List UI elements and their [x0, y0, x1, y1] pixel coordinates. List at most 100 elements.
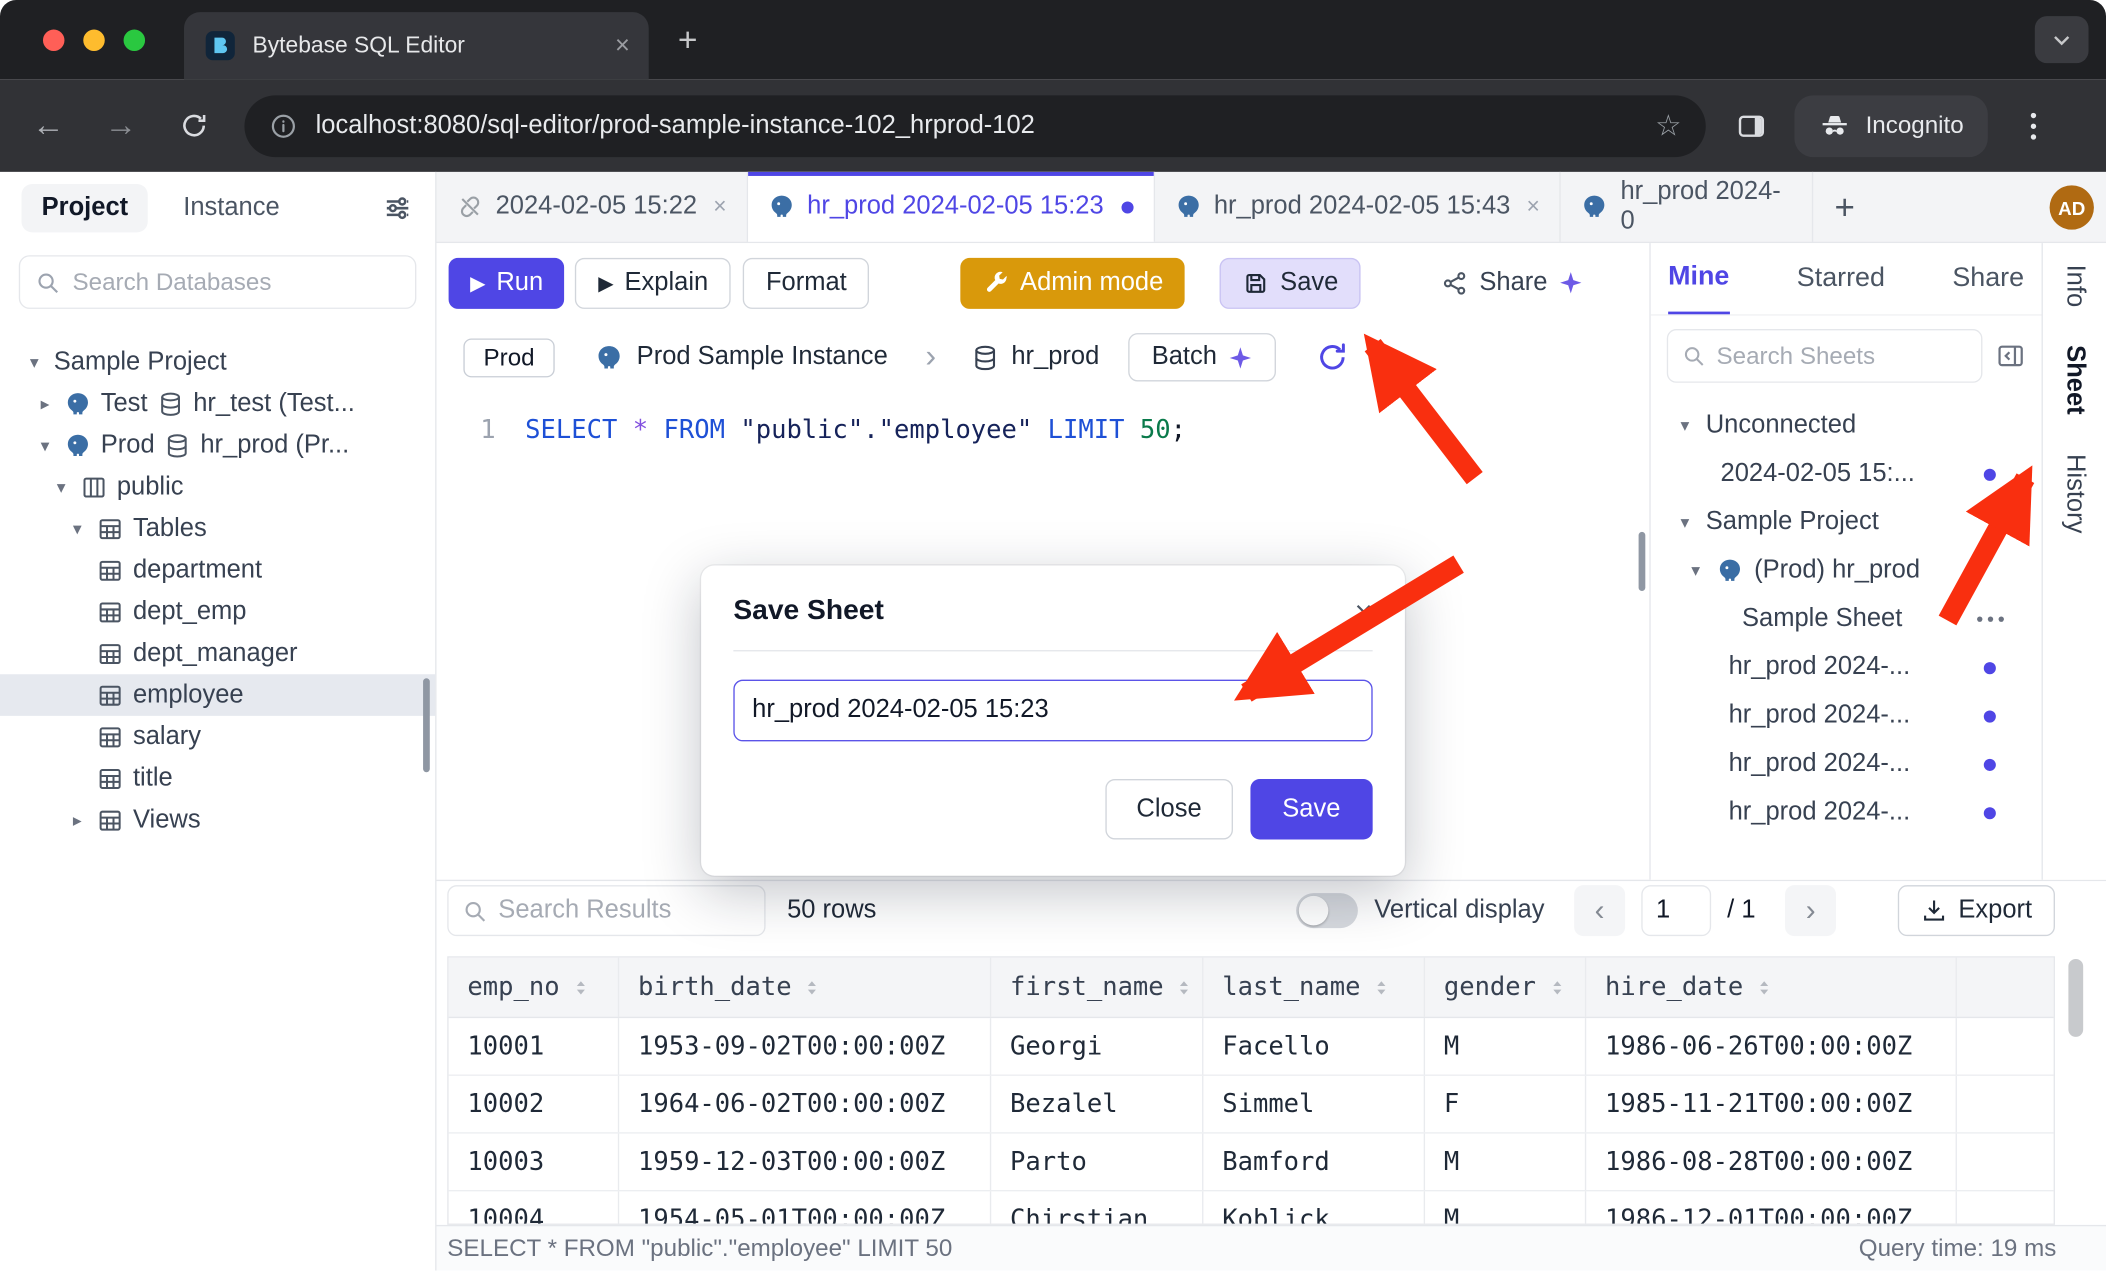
browser-menu-icon[interactable]	[2009, 112, 2057, 139]
column-header-gender[interactable]: gender	[1425, 958, 1586, 1017]
batch-button[interactable]: Batch	[1129, 333, 1276, 381]
tab-mine[interactable]: Mine	[1668, 243, 1729, 314]
sheet-item-sample-sheet[interactable]: Sample Sheet	[1651, 595, 2042, 643]
close-tab-icon[interactable]: ×	[615, 33, 630, 59]
prev-page-button[interactable]: ‹	[1574, 885, 1625, 936]
traffic-light-close[interactable]	[43, 29, 64, 50]
rail-tab-sheet[interactable]: Sheet	[2060, 345, 2090, 415]
side-panel-icon[interactable]	[1735, 109, 1767, 141]
instance-name[interactable]: Prod Sample Instance	[637, 342, 888, 372]
tree-item-table-department[interactable]: department	[0, 549, 435, 591]
tree-item-prod-database[interactable]: ▾ Prod hr_prod (Pr...	[0, 424, 435, 466]
filter-icon[interactable]	[381, 192, 413, 224]
worksheet-tab[interactable]: hr_prod 2024-02-05 15:43 ×	[1155, 172, 1562, 242]
tree-item-project[interactable]: ▾ Sample Project	[0, 341, 435, 383]
sheet-group-unconnected[interactable]: ▾ Unconnected	[1651, 402, 2042, 450]
sheet-item[interactable]: hr_prod 2024-...	[1651, 740, 2042, 788]
dialog-close-button[interactable]: Close	[1106, 779, 1233, 839]
worksheet-tab-unconnected[interactable]: 2024-02-05 15:22 ×	[437, 172, 749, 242]
tree-item-table-salary[interactable]: salary	[0, 716, 435, 758]
traffic-light-minimize[interactable]	[83, 29, 104, 50]
chevron-down-icon[interactable]: ▾	[1686, 560, 1706, 581]
user-avatar[interactable]: AD	[2050, 185, 2094, 229]
new-tab-button[interactable]: +	[666, 19, 709, 62]
run-button[interactable]: ▶ Run	[449, 257, 565, 308]
results-search-input[interactable]	[498, 896, 751, 926]
panel-resize-handle[interactable]	[1639, 532, 1646, 591]
tab-share[interactable]: Share	[1952, 243, 2024, 314]
sheet-group-project[interactable]: ▾ Sample Project	[1651, 498, 2042, 546]
next-page-button[interactable]: ›	[1785, 885, 1836, 936]
forward-button[interactable]: →	[94, 99, 148, 153]
chevron-down-icon[interactable]: ▾	[24, 351, 44, 372]
sheet-database-node[interactable]: ▾ (Prod) hr_prod	[1651, 547, 2042, 595]
column-header-hire-date[interactable]: hire_date	[1586, 958, 1957, 1017]
chevron-down-icon[interactable]: ▾	[67, 518, 87, 539]
tree-item-schema-public[interactable]: ▾ public	[0, 466, 435, 508]
tree-item-tables[interactable]: ▾ Tables	[0, 508, 435, 550]
sheet-item[interactable]: hr_prod 2024-...	[1651, 788, 2042, 836]
dialog-save-button[interactable]: Save	[1250, 779, 1373, 839]
database-search-input[interactable]	[73, 268, 401, 296]
sidebar-resize-handle[interactable]	[423, 678, 430, 772]
chevron-down-icon[interactable]: ▾	[35, 434, 55, 455]
worksheet-tab-truncated[interactable]: hr_prod 2024-0	[1561, 172, 1814, 242]
column-header-last-name[interactable]: last_name	[1203, 958, 1425, 1017]
chevron-down-icon[interactable]: ▾	[1675, 512, 1695, 533]
chevron-right-icon[interactable]: ▸	[67, 809, 87, 830]
column-header-first-name[interactable]: first_name	[991, 958, 1203, 1017]
add-worksheet-button[interactable]: +	[1814, 172, 1876, 242]
tab-search-chevron-icon[interactable]	[2035, 16, 2089, 63]
tab-starred[interactable]: Starred	[1797, 243, 1885, 314]
tree-item-table-dept-manager[interactable]: dept_manager	[0, 633, 435, 675]
tree-item-table-title[interactable]: title	[0, 758, 435, 800]
collapse-panel-icon[interactable]	[1996, 341, 2026, 371]
reload-button[interactable]	[167, 99, 221, 153]
table-scrollbar[interactable]	[2068, 959, 2083, 1037]
column-header-emp-no[interactable]: emp_no	[449, 958, 620, 1017]
environment-chip[interactable]: Prod	[463, 338, 554, 377]
export-button[interactable]: Export	[1898, 885, 2055, 936]
sheet-search-input[interactable]	[1716, 342, 1967, 370]
vertical-display-toggle[interactable]	[1296, 893, 1358, 928]
tree-item-views[interactable]: ▸ Views	[0, 799, 435, 841]
column-header-birth-date[interactable]: birth_date	[619, 958, 991, 1017]
more-menu-icon[interactable]	[1977, 616, 2004, 621]
sync-schema-icon[interactable]	[1316, 341, 1348, 373]
chevron-right-icon[interactable]: ▸	[35, 393, 55, 414]
back-button[interactable]: ←	[21, 99, 75, 153]
tree-item-table-dept-emp[interactable]: dept_emp	[0, 591, 435, 633]
close-icon[interactable]: ×	[1355, 596, 1373, 627]
database-search-box[interactable]	[19, 255, 417, 309]
close-icon[interactable]: ×	[713, 193, 726, 220]
tree-item-test-database[interactable]: ▸ Test hr_test (Test...	[0, 383, 435, 425]
tree-item-table-employee[interactable]: employee	[0, 674, 435, 716]
close-icon[interactable]: ×	[1527, 193, 1540, 220]
rail-tab-info[interactable]: Info	[2060, 265, 2090, 308]
url-box[interactable]: localhost:8080/sql-editor/prod-sample-in…	[244, 95, 1705, 157]
save-button[interactable]: Save	[1220, 257, 1361, 308]
rail-tab-history[interactable]: History	[2060, 455, 2090, 534]
site-info-icon[interactable]	[269, 111, 299, 141]
share-button[interactable]: Share	[1420, 257, 1605, 308]
sheet-name-input[interactable]	[733, 680, 1372, 742]
sheet-item[interactable]: 2024-02-05 15:...	[1651, 450, 2042, 498]
admin-mode-button[interactable]: Admin mode	[961, 257, 1185, 308]
chevron-down-icon[interactable]: ▾	[51, 476, 71, 497]
tab-instance[interactable]: Instance	[183, 193, 279, 223]
chevron-down-icon[interactable]: ▾	[1675, 415, 1695, 436]
table-row[interactable]: 100041954-05-01T00:00:00ZChirstianKoblic…	[449, 1191, 2054, 1225]
table-row[interactable]: 100021964-06-02T00:00:00ZBezalelSimmelF1…	[449, 1076, 2054, 1134]
traffic-light-zoom[interactable]	[124, 29, 145, 50]
tab-project[interactable]: Project	[21, 184, 148, 232]
database-name[interactable]: hr_prod	[1011, 342, 1099, 372]
explain-button[interactable]: ▶ Explain	[575, 257, 731, 308]
format-button[interactable]: Format	[743, 257, 870, 308]
sheet-item[interactable]: hr_prod 2024-...	[1651, 692, 2042, 740]
sheet-item[interactable]: hr_prod 2024-...	[1651, 643, 2042, 691]
results-search-box[interactable]	[447, 885, 765, 936]
sheet-search-box[interactable]	[1667, 329, 1983, 383]
table-row[interactable]: 100031959-12-03T00:00:00ZPartoBamfordM19…	[449, 1134, 2054, 1192]
browser-tab[interactable]: Bytebase SQL Editor ×	[184, 12, 649, 79]
worksheet-tab-active[interactable]: hr_prod 2024-02-05 15:23	[748, 172, 1155, 242]
